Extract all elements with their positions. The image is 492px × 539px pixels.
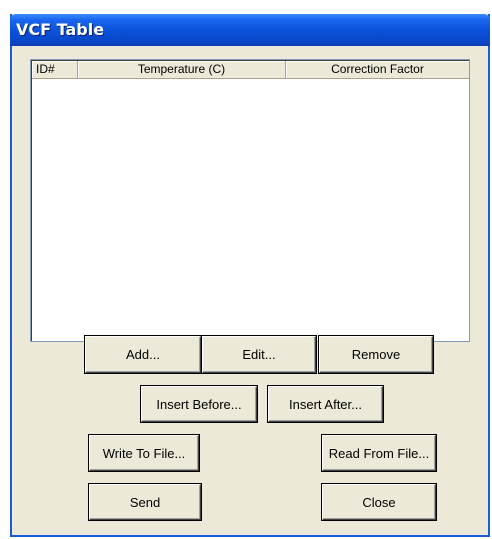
send-button[interactable]: Send	[89, 484, 201, 520]
window-title: VCF Table	[16, 20, 105, 39]
title-bar[interactable]: VCF Table	[10, 14, 490, 46]
insert-after-button[interactable]: Insert After...	[268, 386, 383, 422]
edit-button[interactable]: Edit...	[202, 336, 316, 373]
read-from-file-button[interactable]: Read From File...	[322, 435, 436, 471]
insert-before-button[interactable]: Insert Before...	[141, 386, 257, 422]
close-button[interactable]: Close	[322, 484, 436, 520]
add-button[interactable]: Add...	[85, 336, 201, 373]
remove-button[interactable]: Remove	[319, 336, 433, 373]
column-header-correction-factor[interactable]: Correction Factor	[286, 61, 469, 79]
column-header-id[interactable]: ID#	[32, 61, 78, 79]
vcf-list-view[interactable]: ID# Temperature (C) Correction Factor	[30, 59, 470, 342]
vcf-table-window: VCF Table ID# Temperature (C) Correction…	[10, 14, 490, 537]
write-to-file-button[interactable]: Write To File...	[89, 435, 199, 471]
list-header: ID# Temperature (C) Correction Factor	[32, 61, 469, 79]
column-header-temperature[interactable]: Temperature (C)	[78, 61, 286, 79]
